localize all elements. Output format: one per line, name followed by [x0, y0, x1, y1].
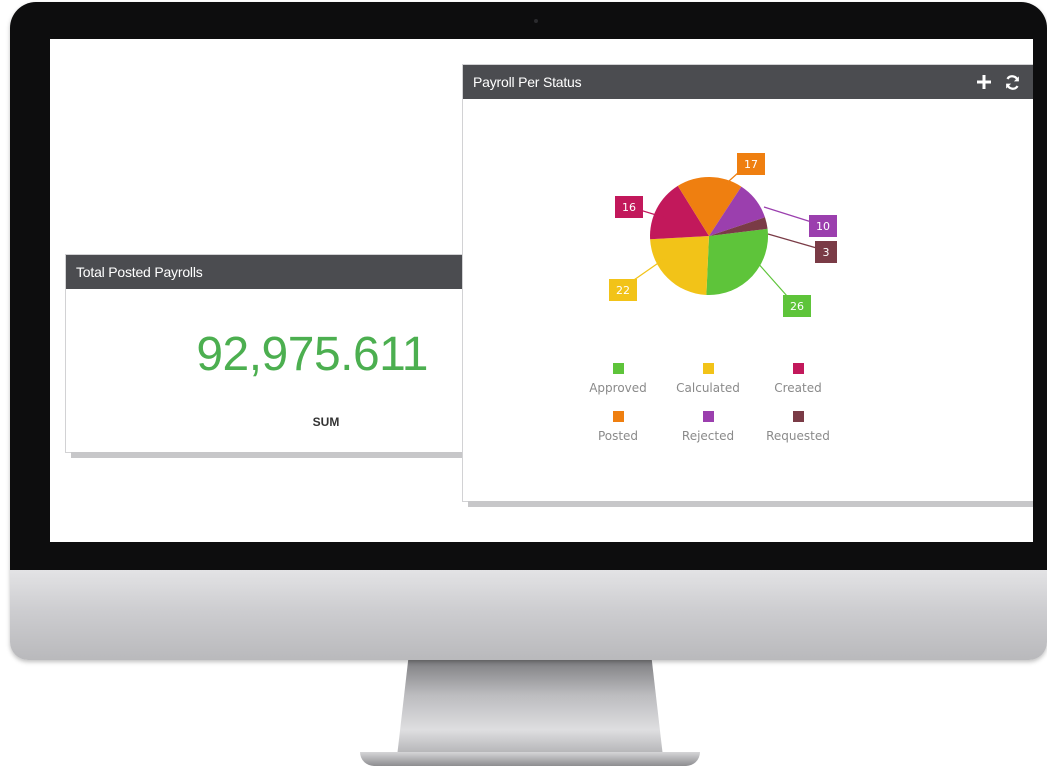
plus-icon[interactable]: [973, 71, 995, 93]
data-label-rejected: 10: [816, 220, 830, 233]
monitor-chin: [10, 570, 1047, 660]
legend-swatch-created[interactable]: [793, 363, 804, 374]
payroll-per-status-widget: Payroll Per Status 26 22 16 17 10 3 Approved Ca: [463, 65, 1033, 501]
sum-value: 92,975.611: [196, 328, 428, 381]
monitor-stand: [396, 660, 664, 760]
dashboard-screen: Total Posted Payrolls 92,975.611 SUM Pay…: [50, 39, 1033, 542]
data-label-requested: 3: [823, 246, 830, 259]
total-posted-payrolls-widget: Total Posted Payrolls 92,975.611 SUM: [66, 255, 466, 452]
data-label-approved: 26: [790, 300, 804, 313]
monitor-stand-base: [360, 752, 700, 766]
refresh-icon[interactable]: [1001, 71, 1023, 93]
legend-label-calculated[interactable]: Calculated: [676, 381, 740, 395]
legend-swatch-posted[interactable]: [613, 411, 624, 422]
pie-chart: 26 22 16 17 10 3 Approved Calculated Created Post…: [589, 153, 837, 443]
imac-monitor: Total Posted Payrolls 92,975.611 SUM Pay…: [10, 2, 1047, 660]
data-label-created: 16: [622, 201, 636, 214]
camera-dot: [534, 19, 538, 23]
widget-title: Payroll Per Status: [473, 74, 582, 90]
legend-label-rejected[interactable]: Rejected: [682, 429, 734, 443]
legend-swatch-rejected[interactable]: [703, 411, 714, 422]
pie-slice-calculated[interactable]: [650, 236, 709, 295]
data-label-posted: 17: [744, 158, 758, 171]
legend-label-created[interactable]: Created: [774, 381, 822, 395]
widget-header: Payroll Per Status: [463, 65, 1033, 99]
legend-label-approved[interactable]: Approved: [589, 381, 647, 395]
widget-title: Total Posted Payrolls: [76, 264, 203, 280]
sum-label: SUM: [312, 415, 340, 429]
legend-label-posted[interactable]: Posted: [598, 429, 638, 443]
legend-label-requested[interactable]: Requested: [766, 429, 830, 443]
data-label-calculated: 22: [616, 284, 630, 297]
pie-slice-approved[interactable]: [706, 228, 768, 295]
legend-swatch-approved[interactable]: [613, 363, 624, 374]
monitor-bezel: Total Posted Payrolls 92,975.611 SUM Pay…: [10, 2, 1047, 570]
widget-header: Total Posted Payrolls: [66, 255, 466, 289]
legend-swatch-calculated[interactable]: [703, 363, 714, 374]
legend-swatch-requested[interactable]: [793, 411, 804, 422]
